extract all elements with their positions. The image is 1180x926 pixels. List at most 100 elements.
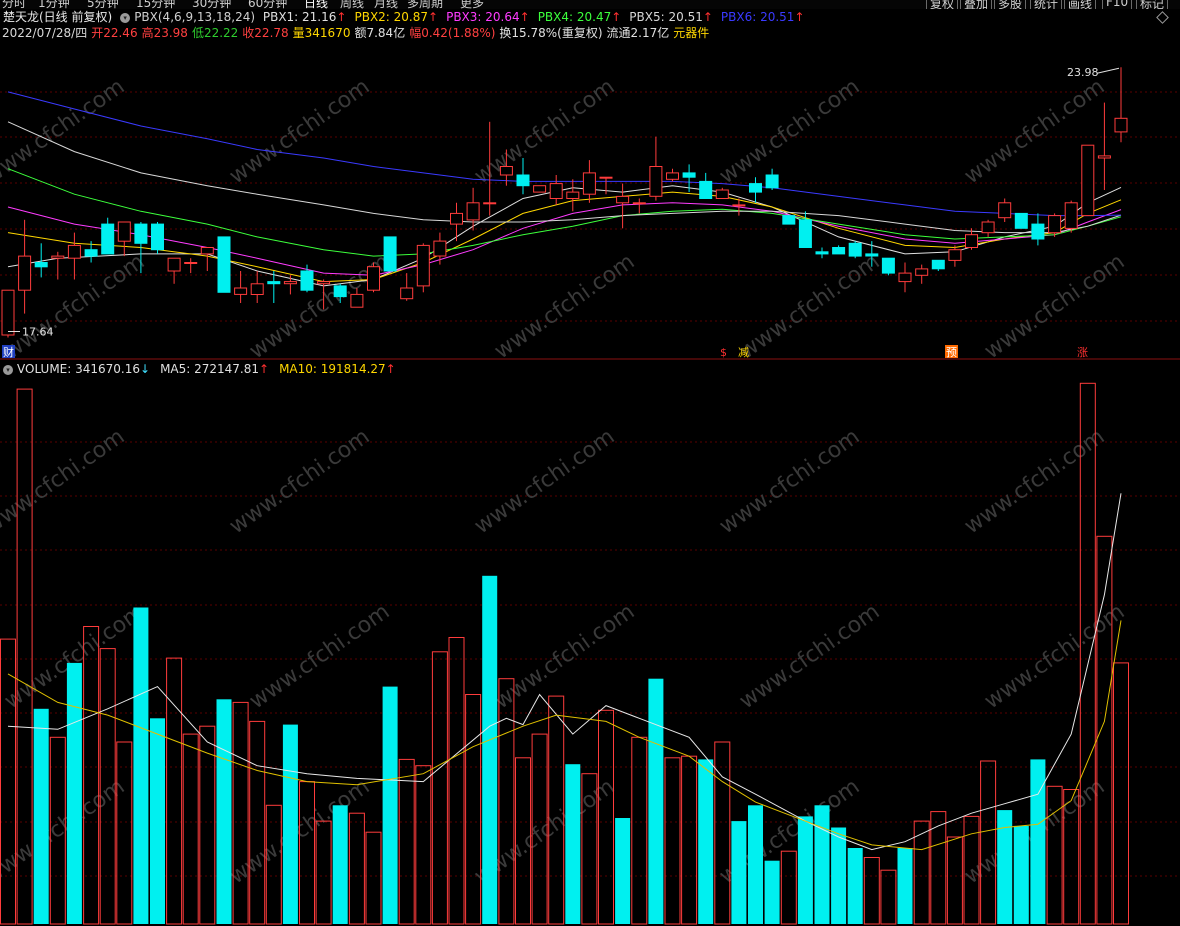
volume-bar-39 xyxy=(648,678,664,924)
volume-bar-20 xyxy=(332,805,348,924)
watermark-text-1: www.cfchi.com xyxy=(225,74,374,189)
candle-50 xyxy=(832,245,846,255)
dollar-marker-text: $ xyxy=(720,346,727,359)
candle-23 xyxy=(383,236,397,272)
stock-chart[interactable]: www.cfchi.com www.cfchi.com www.cfchi.com w… xyxy=(0,0,1180,926)
candle-body xyxy=(267,281,281,285)
candle-13 xyxy=(217,236,231,293)
volume-bar-45 xyxy=(748,805,763,924)
candle-38 xyxy=(632,198,646,214)
candle-body xyxy=(1064,202,1078,229)
limitup-marker[interactable]: 涨 xyxy=(1077,346,1088,359)
candle-4 xyxy=(67,232,81,280)
candle-body xyxy=(167,257,181,272)
volume-bar-48 xyxy=(797,816,813,924)
candle-body xyxy=(300,270,314,291)
candle-body xyxy=(317,281,331,285)
candle-body xyxy=(981,221,995,234)
candle-61 xyxy=(1014,212,1028,229)
candle-11 xyxy=(184,258,198,274)
volume-bar-53 xyxy=(880,869,897,925)
candle-body xyxy=(1114,117,1128,133)
candle-body xyxy=(732,204,746,207)
candle-12 xyxy=(200,247,214,271)
watermark-text-0: www.cfchi.com xyxy=(0,74,129,189)
volume-bar-37 xyxy=(615,818,631,924)
candle-body xyxy=(117,221,131,242)
candle-body xyxy=(333,285,347,298)
volume-bar-17 xyxy=(282,724,298,924)
volume-bar-43 xyxy=(714,741,731,925)
candle-body xyxy=(250,283,264,295)
volume-bar-21 xyxy=(348,812,365,925)
candle-body xyxy=(101,223,115,255)
candle-32 xyxy=(533,185,547,193)
candle-body xyxy=(566,191,580,200)
watermark-layer: www.cfchi.com www.cfchi.com www.cfchi.com w… xyxy=(0,74,1129,889)
volume-bar-13 xyxy=(216,699,232,924)
candle-17 xyxy=(283,275,297,295)
volume-bar-29 xyxy=(482,575,498,924)
candle-body xyxy=(533,185,547,193)
candle-body xyxy=(632,202,646,205)
candle-body xyxy=(383,236,397,272)
candle-body xyxy=(200,247,214,255)
candle-62 xyxy=(1031,213,1045,246)
forecast-marker[interactable]: 预 xyxy=(945,345,958,359)
candle-60 xyxy=(998,198,1012,222)
dollar-marker[interactable]: $ xyxy=(720,346,727,359)
candle-body xyxy=(367,266,380,291)
candle-9 xyxy=(151,222,164,254)
candle-body xyxy=(217,236,231,293)
candle-body xyxy=(715,189,729,199)
candle-body xyxy=(948,249,962,261)
candle-body xyxy=(1081,144,1095,217)
volume-bar-4 xyxy=(66,662,82,924)
event-markers: 财 $ 减 预 涨 xyxy=(2,345,1088,359)
candle-40 xyxy=(666,168,679,182)
candle-39 xyxy=(649,136,663,201)
candle-body xyxy=(234,287,248,295)
candle-body xyxy=(499,166,513,176)
candle-body xyxy=(67,244,81,259)
high-price-label: 23.98 xyxy=(1067,66,1099,79)
volume-bar-38 xyxy=(631,736,648,925)
candle-body xyxy=(782,215,796,225)
candle-25 xyxy=(416,243,430,293)
candle-body xyxy=(466,202,480,221)
candle-body xyxy=(400,287,414,300)
candle-body xyxy=(51,255,65,259)
finance-marker-text: 财 xyxy=(3,345,14,359)
candle-body xyxy=(832,247,846,255)
volume-bar-2 xyxy=(33,708,49,924)
candle-6 xyxy=(101,217,115,255)
candle-body xyxy=(151,223,164,251)
volume-bar-15 xyxy=(249,720,266,925)
candle-body xyxy=(416,244,430,287)
candle-body xyxy=(1048,215,1062,234)
volume-bar-50 xyxy=(831,827,847,924)
volume-bar-42 xyxy=(698,759,714,924)
volume-bar-40 xyxy=(664,757,681,925)
candle-body xyxy=(450,212,463,225)
reduce-marker[interactable]: 减 xyxy=(738,346,749,359)
candle-36 xyxy=(599,176,613,195)
candle-64 xyxy=(1064,200,1078,233)
low-price-label: 17.64 xyxy=(22,326,54,339)
volume-bar-47 xyxy=(780,850,797,925)
candle-27 xyxy=(450,202,463,242)
candle-22 xyxy=(367,262,380,293)
candle-42 xyxy=(699,172,713,199)
volume-bar-11 xyxy=(182,733,199,925)
candle-body xyxy=(34,262,48,268)
volume-bar-8 xyxy=(133,607,149,924)
candle-body xyxy=(549,183,563,200)
candle-body xyxy=(616,195,630,204)
volume-bar-51 xyxy=(847,848,863,924)
watermark-text-2: www.cfchi.com xyxy=(470,74,619,189)
volume-bar-36 xyxy=(598,709,614,925)
candle-65 xyxy=(1081,144,1095,217)
candle-56 xyxy=(931,259,945,271)
finance-marker[interactable]: 财 xyxy=(2,345,15,359)
candle-15 xyxy=(250,271,264,303)
